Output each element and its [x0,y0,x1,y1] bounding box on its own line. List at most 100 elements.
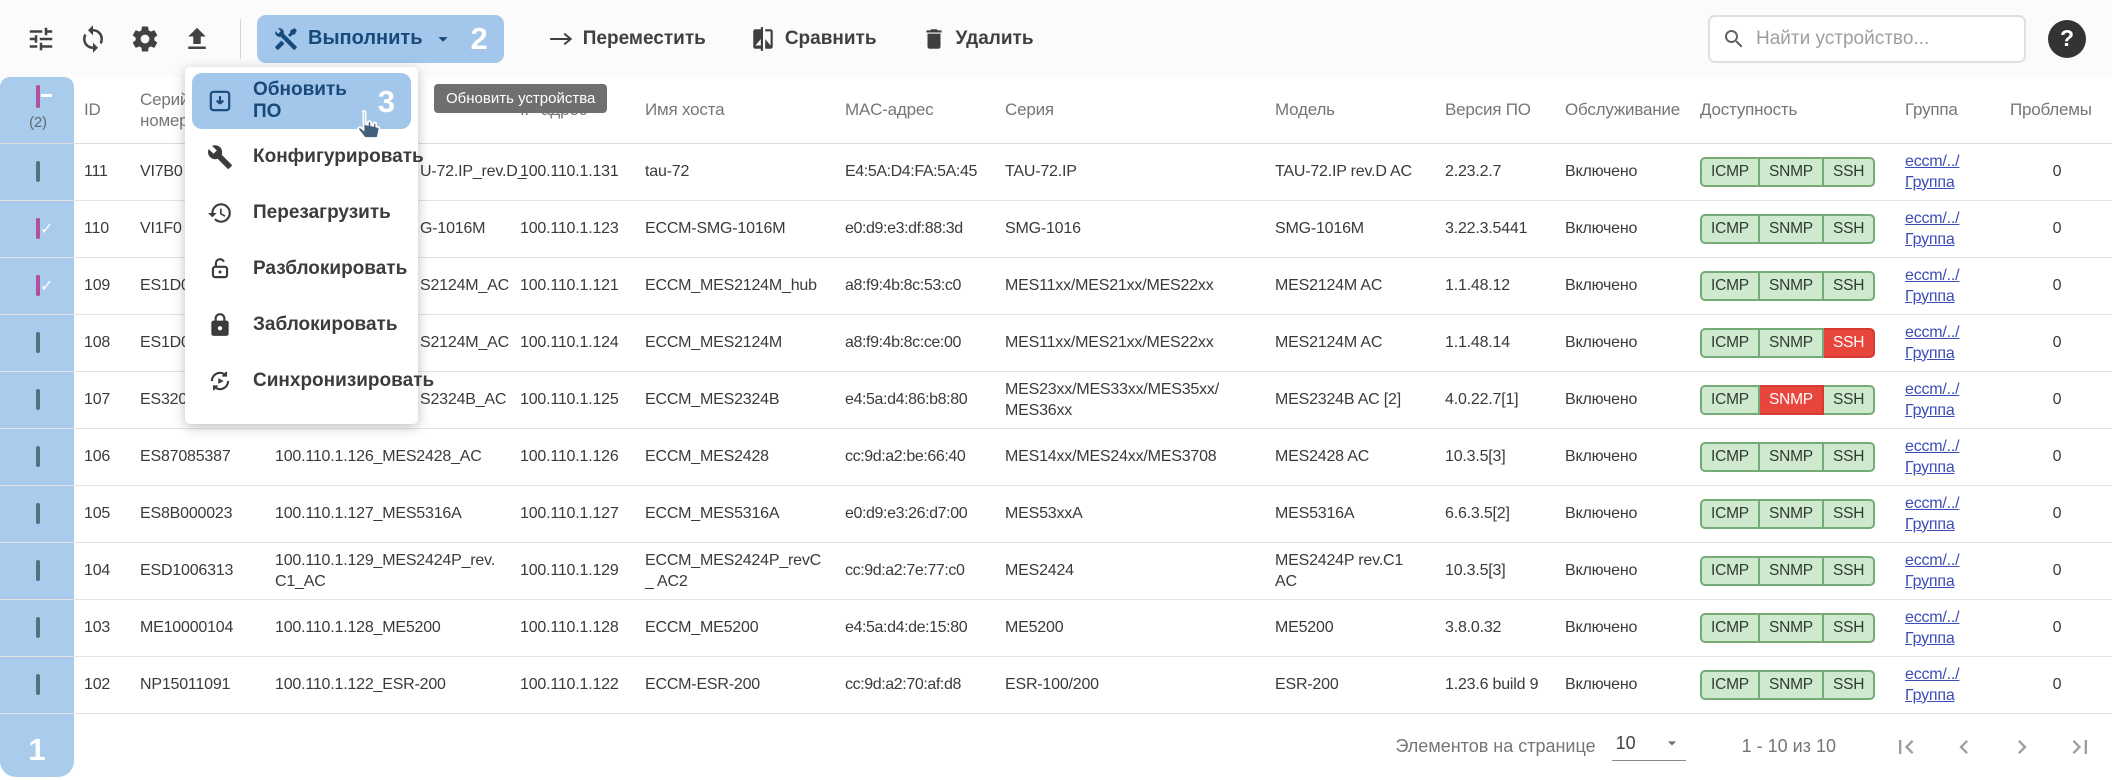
select-all-checkbox[interactable] [36,85,40,108]
per-page-select[interactable]: 10 [1612,733,1686,761]
group-link[interactable]: eccm/../Группа [1905,210,1959,248]
cell-ip: 100.110.1.127 [510,485,635,542]
cell-hostname: ECCM_MES2424P_revC_ AC2 [635,542,835,599]
row-checkbox[interactable] [36,617,40,638]
cell-serial: ME10000104 [130,599,265,656]
cell-select [0,599,74,656]
cell-service: Включено [1555,257,1690,314]
row-checkbox[interactable] [36,161,40,182]
cell-ip: 100.110.1.123 [510,200,635,257]
cell-id: 105 [74,485,130,542]
cell-model: ESR-200 [1265,656,1435,713]
group-link[interactable]: eccm/../Группа [1905,495,1959,533]
availability-badge-ssh: SSH [1824,556,1875,586]
last-page-button[interactable] [2066,733,2094,761]
cell-series: ESR-100/200 [995,656,1265,713]
delete-button-label: Удалить [956,28,1034,50]
search-input[interactable] [1756,28,2012,50]
cell-ip: 100.110.1.125 [510,371,635,428]
cell-serial: ES8B000023 [130,485,265,542]
availability-badge-ssh: SSH [1824,214,1875,244]
menu-item-label: Перезагрузить [253,202,391,224]
group-link[interactable]: eccm/../Группа [1905,666,1959,704]
first-page-button[interactable] [1892,733,1920,761]
cell-hostname: ECCM_ME5200 [635,599,835,656]
cell-group: eccm/../Группа [1895,428,2000,485]
cell-hostname: ECCM-SMG-1016M [635,200,835,257]
prev-page-button[interactable] [1950,733,1978,761]
next-page-button[interactable] [2008,733,2036,761]
upload-icon[interactable] [182,24,212,54]
menu-item-label: Обновить ПО [253,79,358,123]
availability-badge-snmp: SNMP [1760,670,1824,700]
delete-button[interactable]: Удалить [921,26,1034,52]
group-link[interactable]: eccm/../Группа [1905,324,1959,362]
col-hostname[interactable]: Имя хоста [635,77,835,143]
cell-service: Включено [1555,200,1690,257]
menu-item-block[interactable]: Заблокировать [185,297,418,353]
col-model[interactable]: Модель [1265,77,1435,143]
cell-id: 103 [74,599,130,656]
execute-button[interactable]: Выполнить 2 [257,15,504,63]
cell-model: MES2124M AC [1265,314,1435,371]
cell-group: eccm/../Группа [1895,314,2000,371]
compare-button[interactable]: Сравнить [750,26,877,52]
menu-item-synchronize[interactable]: Синхронизировать [185,353,418,409]
cell-service: Включено [1555,599,1690,656]
row-checkbox[interactable] [36,560,40,581]
group-link[interactable]: eccm/../Группа [1905,381,1959,419]
cell-group: eccm/../Группа [1895,371,2000,428]
group-link[interactable]: eccm/../Группа [1905,609,1959,647]
pagination-bar: Элементов на странице 10 1 - 10 из 10 [74,713,2112,780]
refresh-icon[interactable] [78,24,108,54]
settings-gear-icon[interactable] [130,24,160,54]
col-id[interactable]: ID [74,77,130,143]
menu-item-unblock[interactable]: Разблокировать [185,241,418,297]
cell-group: eccm/../Группа [1895,599,2000,656]
availability-badges: ICMPSNMPSSH [1700,442,1875,472]
cell-fw-version: 6.6.3.5[2] [1435,485,1555,542]
col-fw-version[interactable]: Версия ПО [1435,77,1555,143]
cell-problems: 0 [2000,599,2112,656]
row-checkbox[interactable] [36,503,40,524]
cell-name: 100.110.1.127_MES5316A [265,485,510,542]
menu-item-reboot[interactable]: Перезагрузить [185,185,418,241]
cell-series: TAU-72.IP [995,143,1265,200]
availability-badge-icmp: ICMP [1700,670,1760,700]
availability-badge-snmp: SNMP [1760,556,1824,586]
row-checkbox[interactable] [36,446,40,467]
cell-id: 107 [74,371,130,428]
cell-problems: 0 [2000,314,2112,371]
cell-group: eccm/../Группа [1895,656,2000,713]
col-service[interactable]: Обслуживание [1555,77,1690,143]
row-checkbox[interactable] [36,218,40,239]
menu-item-label: Конфигурировать [253,146,424,168]
cell-fw-version: 1.23.6 build 9 [1435,656,1555,713]
row-checkbox[interactable] [36,332,40,353]
cell-service: Включено [1555,542,1690,599]
group-link[interactable]: eccm/../Группа [1905,552,1959,590]
col-series[interactable]: Серия [995,77,1265,143]
cell-availability: ICMPSNMPSSH [1690,656,1895,713]
col-mac[interactable]: MAC-адрес [835,77,995,143]
restore-icon [207,200,233,226]
execute-menu: Обновить ПО 3 Конфигурировать Перезагруз… [185,67,418,424]
row-checkbox[interactable] [36,275,40,296]
move-button[interactable]: Переместить [548,26,706,52]
row-checkbox[interactable] [36,674,40,695]
availability-badge-icmp: ICMP [1700,442,1760,472]
col-group[interactable]: Группа [1895,77,2000,143]
help-button[interactable]: ? [2048,20,2086,58]
availability-badge-icmp: ICMP [1700,613,1760,643]
compare-button-label: Сравнить [785,28,877,50]
toolbar-divider [240,19,241,59]
filters-icon[interactable] [26,24,56,54]
group-link[interactable]: eccm/../Группа [1905,153,1959,191]
group-link[interactable]: eccm/../Группа [1905,438,1959,476]
row-checkbox[interactable] [36,389,40,410]
availability-badge-snmp: SNMP [1760,499,1824,529]
cell-select [0,485,74,542]
group-link[interactable]: eccm/../Группа [1905,267,1959,305]
col-availability[interactable]: Доступность [1690,77,1895,143]
col-problems[interactable]: Проблемы [2000,77,2112,143]
